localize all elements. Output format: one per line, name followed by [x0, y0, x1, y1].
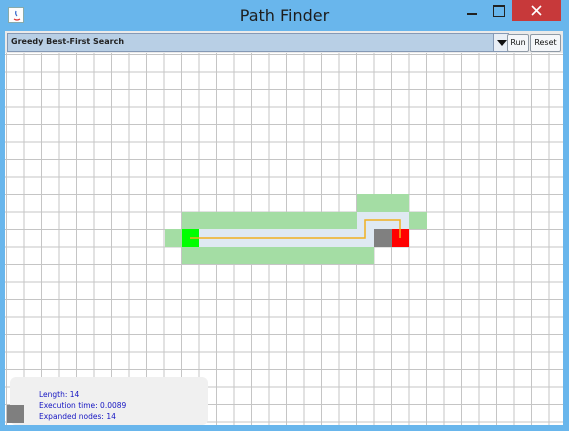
reset-button[interactable]: Reset: [530, 34, 561, 52]
visited-cell[interactable]: [7, 405, 24, 423]
close-icon: [531, 5, 542, 16]
title-bar[interactable]: Path Finder: [0, 0, 569, 31]
app-window: Path Finder Greedy Best-First Search Run…: [0, 0, 569, 431]
found-path-line: [190, 219, 401, 239]
run-button[interactable]: Run: [507, 34, 529, 52]
algorithm-select[interactable]: Greedy Best-First Search: [7, 33, 509, 52]
algorithm-select-value: Greedy Best-First Search: [11, 37, 125, 46]
maximize-button[interactable]: [485, 0, 512, 21]
expanded-nodes-text: Expanded nodes: 14: [39, 412, 116, 421]
toolbar: Greedy Best-First Search Run Reset: [5, 31, 563, 53]
stats-panel: Length: 14 Execution time: 0.0089 Expand…: [10, 377, 208, 425]
close-button[interactable]: [512, 0, 561, 21]
path-grid[interactable]: [5, 53, 563, 425]
minimize-button[interactable]: [459, 0, 485, 21]
execution-time-text: Execution time: 0.0089: [39, 401, 127, 410]
path-length-text: Length: 14: [39, 390, 80, 399]
